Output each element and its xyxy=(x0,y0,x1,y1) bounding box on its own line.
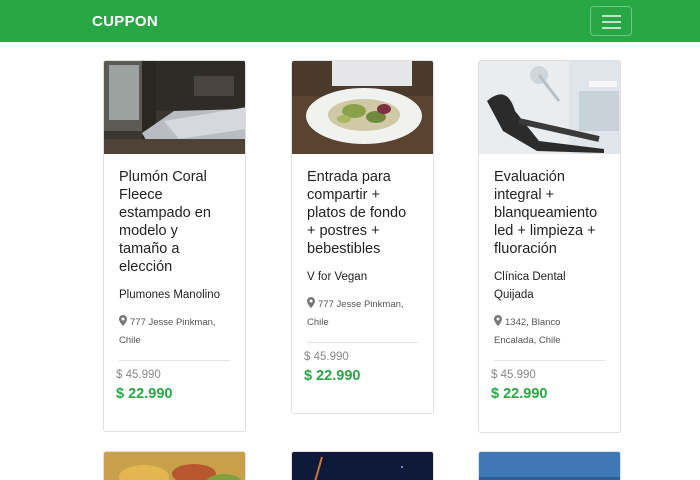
original-price: $ 45.990 xyxy=(304,351,349,363)
merchant-name: V for Vegan xyxy=(307,271,368,283)
brand-logo[interactable]: CUPPON xyxy=(92,13,158,30)
salad-plate-photo[interactable] xyxy=(292,61,433,154)
hamburger-menu-icon xyxy=(602,15,621,17)
deal-title[interactable]: Plumón Coral Fleece estampado en modelo … xyxy=(119,168,230,276)
deal-card-image[interactable] xyxy=(103,451,246,480)
map-marker-icon xyxy=(119,315,127,326)
hamburger-menu-button[interactable] xyxy=(590,6,632,36)
original-price: $ 45.990 xyxy=(116,369,161,381)
deal-card[interactable]: Entrada para compartir + platos de fondo… xyxy=(291,60,434,414)
hamburger-bar xyxy=(602,21,621,23)
map-marker-icon xyxy=(494,315,502,326)
deal-card-image[interactable] xyxy=(291,451,434,480)
merchant-name: Plumones Manolino xyxy=(119,289,221,301)
address: 777 Jesse Pinkman, Chile xyxy=(119,314,230,350)
deal-title[interactable]: Evaluación integral + blanqueamiento led… xyxy=(494,168,605,258)
deal-card[interactable]: Evaluación integral + blanqueamiento led… xyxy=(478,60,621,433)
deal-card[interactable]: Plumón Coral Fleece estampado en modelo … xyxy=(103,60,246,432)
address-text: 777 Jesse Pinkman, Chile xyxy=(307,299,404,328)
deal-title[interactable]: Entrada para compartir + platos de fondo… xyxy=(307,168,418,258)
deal-card-image[interactable] xyxy=(478,451,621,480)
discount-price: $ 22.990 xyxy=(304,368,361,384)
hamburger-bar xyxy=(602,27,621,29)
bedroom-photo[interactable] xyxy=(104,61,245,154)
merchant-name: Clínica Dental Quijada xyxy=(494,271,566,301)
address-text: 777 Jesse Pinkman, Chile xyxy=(119,317,216,346)
navbar: CUPPON xyxy=(0,0,700,42)
dental-chair-photo[interactable] xyxy=(479,61,620,154)
map-marker-icon xyxy=(307,297,315,308)
address: 1342, Blanco Encalada, Chile xyxy=(494,314,605,350)
address: 777 Jesse Pinkman, Chile xyxy=(307,296,418,332)
original-price: $ 45.990 xyxy=(491,369,536,381)
discount-price: $ 22.990 xyxy=(116,386,173,402)
discount-price: $ 22.990 xyxy=(491,386,548,402)
address-text: 1342, Blanco Encalada, Chile xyxy=(494,317,561,346)
